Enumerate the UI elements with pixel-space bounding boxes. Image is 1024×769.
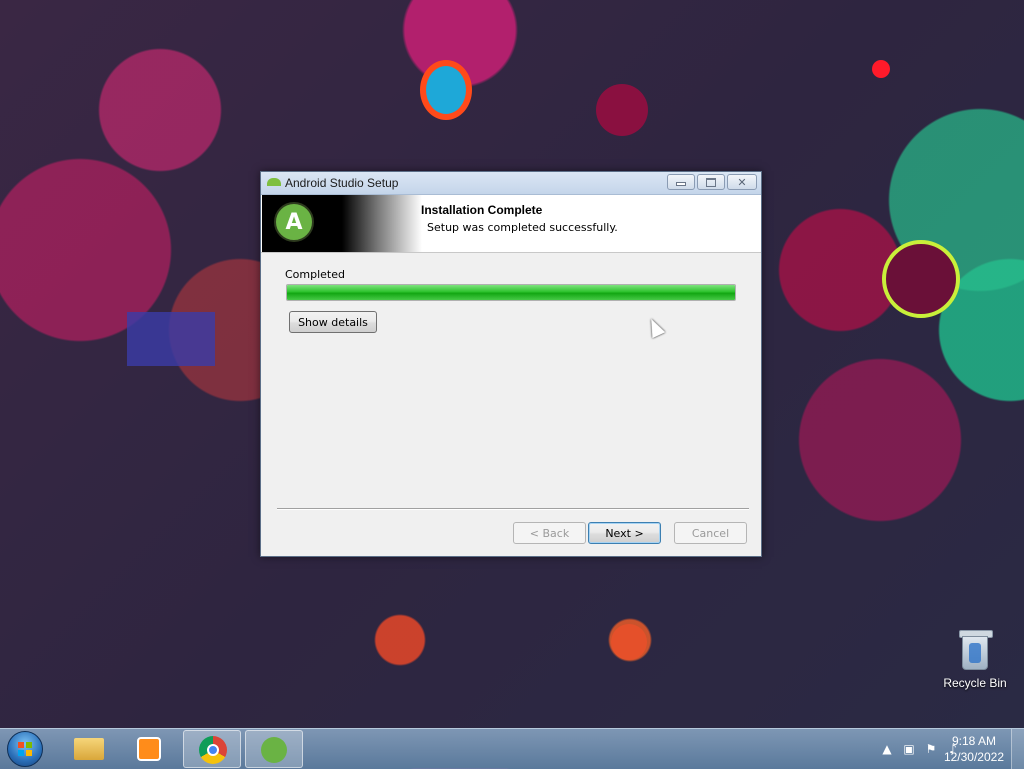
- next-button[interactable]: Next >: [588, 522, 661, 544]
- taskbar-item-chrome[interactable]: [183, 730, 241, 768]
- divider: [277, 508, 749, 510]
- maximize-button[interactable]: [697, 174, 725, 190]
- taskbar-item-media-player[interactable]: [120, 730, 178, 768]
- maximize-icon: [706, 177, 716, 187]
- taskbar-item-android-studio-setup[interactable]: [245, 730, 303, 768]
- page-title: Installation Complete: [421, 203, 543, 217]
- close-icon: ✕: [737, 175, 747, 189]
- minimize-icon: [676, 182, 686, 186]
- action-center-flag-icon[interactable]: ⚑: [924, 742, 938, 756]
- progress-label: Completed: [285, 268, 345, 281]
- wallpaper-decoration: [127, 312, 215, 366]
- wallpaper-decoration: [872, 60, 890, 78]
- clock[interactable]: 9:18 AM 12/30/2022: [944, 733, 1004, 765]
- android-studio-logo-icon: [274, 202, 314, 242]
- show-desktop-button[interactable]: [1011, 729, 1024, 769]
- chrome-icon: [199, 736, 227, 764]
- back-button[interactable]: < Back: [513, 522, 586, 544]
- title-bar[interactable]: Android Studio Setup ✕: [261, 172, 761, 195]
- media-player-icon: [137, 737, 161, 761]
- show-hidden-icons-icon[interactable]: ▲: [880, 742, 894, 756]
- clock-time: 9:18 AM: [951, 734, 996, 748]
- android-studio-icon: [261, 737, 287, 763]
- wizard-header: Installation Complete Setup was complete…: [261, 195, 761, 253]
- recycle-bin-icon: [959, 630, 993, 670]
- start-button[interactable]: [7, 731, 43, 767]
- wallpaper-decoration: [611, 624, 647, 660]
- network-icon[interactable]: ▣: [902, 742, 916, 756]
- desktop-icon-recycle-bin[interactable]: Recycle Bin: [940, 630, 1010, 690]
- wallpaper-decoration: [596, 84, 648, 136]
- show-details-button[interactable]: Show details: [289, 311, 377, 333]
- taskbar: ▲ ▣ ⚑ ♪ 9:18 AM 12/30/2022: [0, 728, 1024, 769]
- clock-date: 12/30/2022: [943, 750, 1004, 764]
- progress-bar-fill: [287, 285, 735, 300]
- header-banner: [262, 195, 422, 252]
- taskbar-item-explorer[interactable]: [60, 730, 118, 768]
- desktop-icon-label: Recycle Bin: [943, 676, 1007, 690]
- minimize-button[interactable]: [667, 174, 695, 190]
- android-studio-icon: [267, 178, 281, 186]
- wallpaper-decoration: [420, 60, 472, 120]
- page-subtitle: Setup was completed successfully.: [427, 221, 618, 234]
- wallpaper-decoration: [882, 240, 960, 318]
- window-title: Android Studio Setup: [285, 176, 399, 190]
- progress-bar: [286, 284, 736, 301]
- setup-window: Android Studio Setup ✕ Installation Comp…: [260, 171, 762, 557]
- cancel-button[interactable]: Cancel: [674, 522, 747, 544]
- close-button[interactable]: ✕: [727, 174, 757, 190]
- folder-icon: [74, 738, 104, 760]
